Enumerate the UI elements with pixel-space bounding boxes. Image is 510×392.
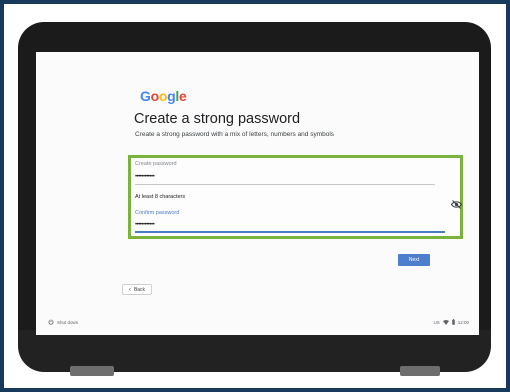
confirm-password-input[interactable]: •••••••••••• — [135, 222, 155, 228]
wifi-icon — [442, 319, 449, 325]
password-hint: At least 8 characters — [135, 194, 186, 200]
next-button[interactable]: Next — [398, 254, 430, 266]
hinge-left — [70, 366, 114, 376]
shutdown-button[interactable]: Shut down — [48, 319, 78, 325]
power-icon — [48, 319, 54, 325]
google-logo: Google — [140, 88, 187, 104]
create-password-input[interactable]: •••••••••••• — [135, 174, 155, 180]
create-password-underline — [135, 184, 435, 185]
eye-off-icon[interactable] — [451, 200, 462, 209]
status-tray[interactable]: US 12:00 — [433, 319, 469, 325]
chevron-left-icon: ‹ — [128, 286, 131, 293]
locale-indicator: US — [433, 319, 440, 325]
device-screen: Google Create a strong password Create a… — [36, 52, 479, 335]
hinge-right — [400, 366, 440, 376]
battery-icon — [451, 319, 455, 325]
shutdown-label: Shut down — [57, 319, 79, 325]
page-subtitle: Create a strong password with a mix of l… — [135, 131, 335, 138]
page-title: Create a strong password — [134, 111, 301, 127]
confirm-password-label: Confirm password — [135, 210, 180, 216]
back-button[interactable]: ‹ Back — [122, 284, 152, 295]
create-password-label: Create password — [135, 161, 177, 167]
confirm-password-underline — [135, 231, 445, 233]
clock: 12:00 — [457, 319, 469, 325]
back-button-label: Back — [133, 286, 146, 293]
